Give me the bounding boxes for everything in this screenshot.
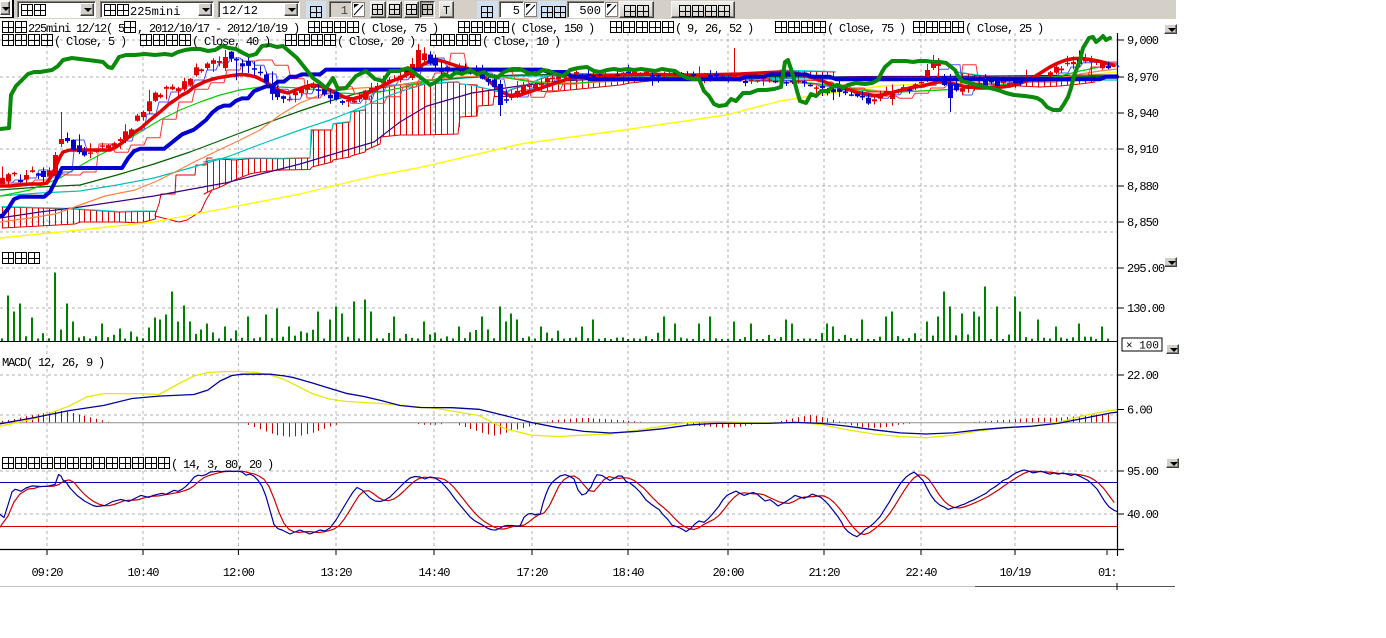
svg-text:8,850: 8,850: [1127, 216, 1159, 230]
svg-text:6.00: 6.00: [1127, 404, 1153, 418]
svg-text:12:00: 12:00: [223, 566, 255, 580]
svg-text:130.00: 130.00: [1127, 302, 1165, 316]
svg-text:10:40: 10:40: [127, 566, 159, 580]
svg-text:14:40: 14:40: [418, 566, 450, 580]
svg-text:40.00: 40.00: [1127, 508, 1159, 522]
svg-text:01:: 01:: [1098, 566, 1117, 580]
svg-text:8,880: 8,880: [1127, 180, 1159, 194]
svg-text:8,940: 8,940: [1127, 107, 1159, 121]
svg-text:20:00: 20:00: [712, 566, 744, 580]
svg-text:09:20: 09:20: [31, 566, 63, 580]
svg-text:× 100: × 100: [1126, 341, 1159, 353]
svg-text:8,970: 8,970: [1127, 71, 1159, 85]
svg-text:17:20: 17:20: [516, 566, 548, 580]
svg-text:18:40: 18:40: [612, 566, 644, 580]
svg-text:22:40: 22:40: [905, 566, 937, 580]
svg-text:95.00: 95.00: [1127, 465, 1159, 479]
svg-text:21:20: 21:20: [808, 566, 840, 580]
svg-text:22.00: 22.00: [1127, 369, 1159, 383]
svg-text:9,000: 9,000: [1127, 34, 1159, 48]
svg-text:295.00: 295.00: [1127, 262, 1165, 276]
svg-text:8,910: 8,910: [1127, 143, 1159, 157]
svg-text:13:20: 13:20: [320, 566, 352, 580]
svg-text:10/19: 10/19: [999, 566, 1031, 580]
